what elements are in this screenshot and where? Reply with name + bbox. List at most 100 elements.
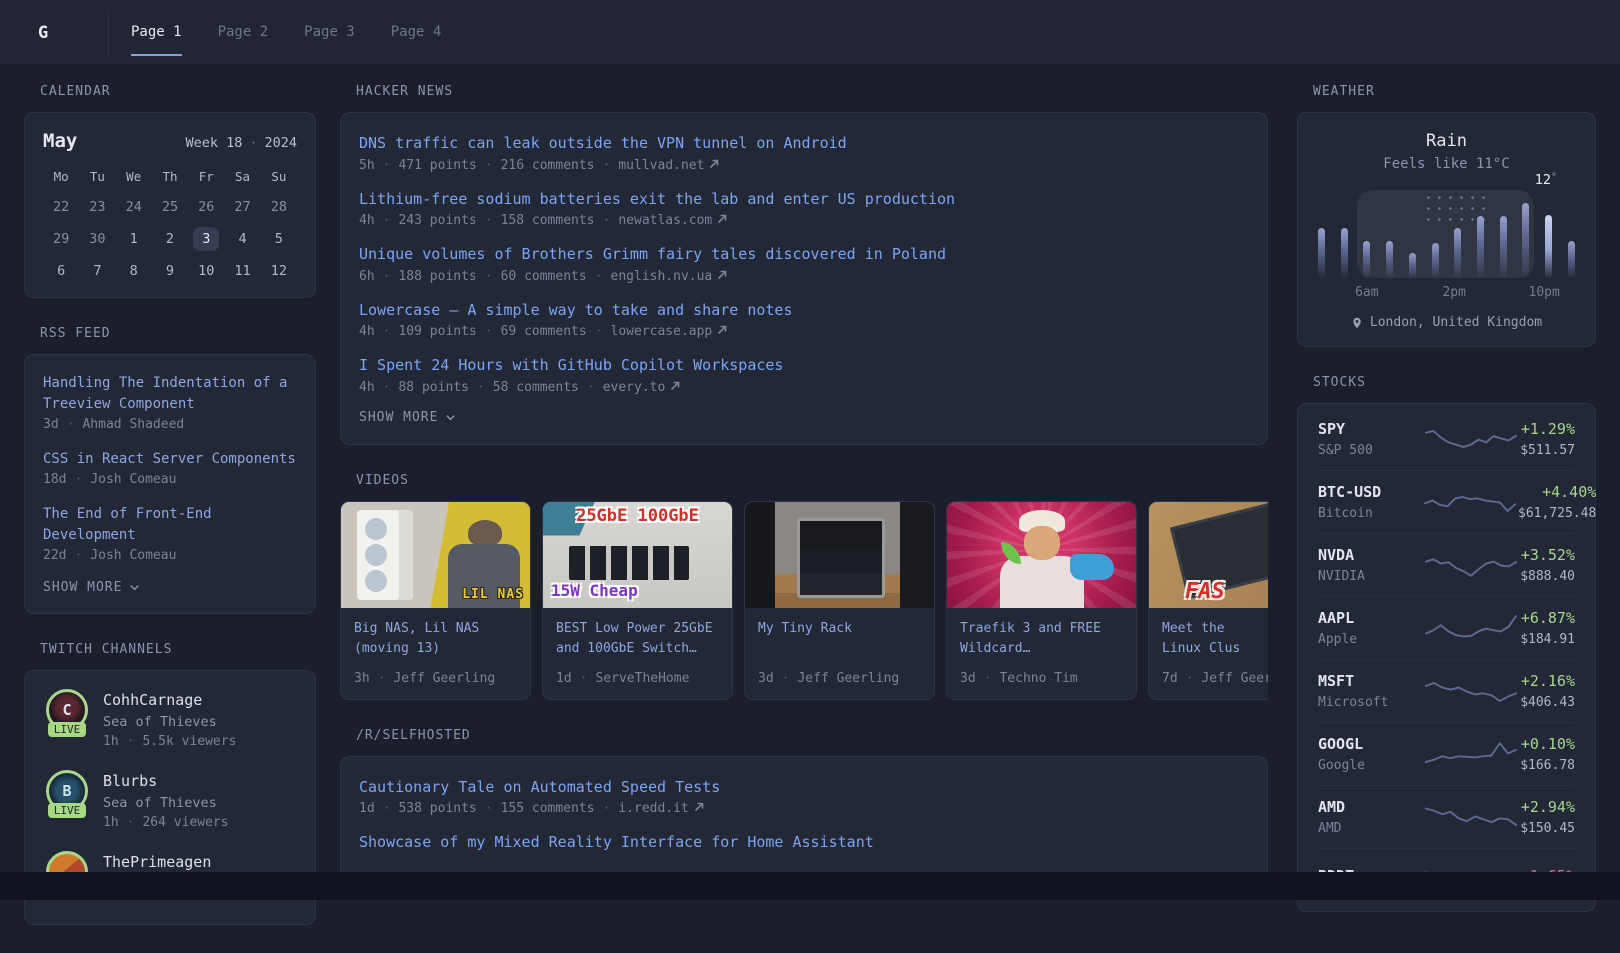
hn-item-meta: 5h471 points216 commentsmullvad.net	[359, 158, 1249, 173]
twitch-channel-name[interactable]: CohhCarnage	[103, 691, 236, 709]
tab-page-3[interactable]: Page 3	[304, 10, 355, 56]
right-column: WEATHER Rain Feels like 11°C 12° 6am 2pm…	[1297, 84, 1596, 953]
rss-widget: RSS FEED Handling The Indentation of a T…	[24, 326, 316, 614]
source-link[interactable]: lowercase.app	[587, 324, 728, 339]
hn-item: Lowercase – A simple way to take and sha…	[359, 299, 1249, 340]
stock-name: NVIDIA	[1318, 569, 1422, 584]
video-card[interactable]: LIL NAS Big NAS, Lil NAS (moving 13) 3hJ…	[340, 501, 531, 700]
stock-name: Apple	[1318, 632, 1422, 647]
hn-item-title[interactable]: DNS traffic can leak outside the VPN tun…	[359, 132, 1249, 155]
hackernews-show-more-button[interactable]: SHOW MORE	[359, 410, 456, 425]
source-link[interactable]: every.to	[579, 380, 680, 395]
video-title[interactable]: My Tiny Rack	[758, 619, 921, 661]
source-link[interactable]: mullvad.net	[595, 158, 720, 173]
video-thumbnail: 25GbE 100GbE 15W Cheap	[543, 502, 732, 608]
stock-row[interactable]: MSFTMicrosoft +2.16%$406.43	[1318, 659, 1575, 722]
hn-item-title[interactable]: Unique volumes of Brothers Grimm fairy t…	[359, 243, 1249, 266]
reddit-item-title[interactable]: Cautionary Tale on Automated Speed Tests	[359, 776, 1249, 799]
tab-page-2[interactable]: Page 2	[218, 10, 269, 56]
weather-hourly-chart: 12°	[1318, 198, 1575, 278]
reddit-item-title[interactable]: Showcase of my Mixed Reality Interface f…	[359, 831, 1249, 854]
calendar-day: 11	[234, 263, 250, 279]
video-title[interactable]: BEST Low Power 25GbE and 100GbE Switch…	[556, 619, 719, 661]
comments-link[interactable]: 158 comments	[477, 213, 595, 228]
twitch-channel-name[interactable]: Blurbs	[103, 772, 229, 790]
temperature-bar	[1341, 228, 1348, 278]
video-title[interactable]: Big NAS, Lil NAS (moving 13)	[354, 619, 517, 661]
external-link-icon	[694, 802, 704, 812]
left-column: CALENDAR May Week 182024 MoTuWeThFrSaSu …	[24, 84, 316, 953]
comments-link[interactable]: 58 comments	[469, 380, 579, 395]
stock-name: S&P 500	[1318, 443, 1422, 458]
thumbnail-text: 15W Cheap	[551, 581, 638, 600]
stock-change: +2.94%	[1520, 798, 1575, 816]
stock-ticker: GOOGL	[1318, 735, 1422, 753]
rss-item-title[interactable]: The End of Front-End Development	[43, 504, 297, 546]
stock-ticker: AMD	[1318, 798, 1422, 816]
calendar-day: 4	[238, 231, 246, 247]
source-link[interactable]: english.nv.ua	[587, 269, 728, 284]
rss-card: Handling The Indentation of a Treeview C…	[24, 354, 316, 614]
calendar-day: 24	[126, 199, 142, 215]
reddit-item: Showcase of my Mixed Reality Interface f…	[359, 831, 1249, 854]
stock-price: $511.57	[1520, 443, 1575, 458]
calendar-day: 23	[89, 199, 105, 215]
comments-link[interactable]: 69 comments	[477, 324, 587, 339]
calendar-day: 28	[271, 199, 287, 215]
video-meta: 7dJeff Geerling	[1162, 671, 1268, 686]
rss-show-more-button[interactable]: SHOW MORE	[43, 580, 140, 595]
weather-widget: WEATHER Rain Feels like 11°C 12° 6am 2pm…	[1297, 84, 1596, 347]
video-title[interactable]: Traefik 3 and FREE Wildcard…	[960, 619, 1123, 661]
rss-item-title[interactable]: Handling The Indentation of a Treeview C…	[43, 373, 297, 415]
comments-link[interactable]: 216 comments	[477, 158, 595, 173]
stock-row[interactable]: GOOGLGoogle +0.10%$166.78	[1318, 722, 1575, 785]
rss-item[interactable]: Handling The Indentation of a Treeview C…	[43, 373, 297, 432]
calendar-day: 26	[198, 199, 214, 215]
stock-row[interactable]: SPYS&P 500 +1.29%$511.57	[1318, 408, 1575, 470]
temperature-bar	[1522, 203, 1529, 278]
calendar-day: 6	[57, 263, 65, 279]
video-title[interactable]: Meet the Linux Clus	[1162, 619, 1268, 661]
hn-item-meta: 4h109 points69 commentslowercase.app	[359, 324, 1249, 339]
calendar-month: May	[43, 130, 77, 152]
stock-change: +4.40%	[1518, 483, 1596, 501]
twitch-channel-row[interactable]: C LIVE CohhCarnage Sea of Thieves 1h5.5k…	[43, 689, 297, 749]
stock-price: $406.43	[1520, 695, 1575, 710]
comments-link[interactable]: 60 comments	[477, 269, 587, 284]
hn-item-title[interactable]: I Spent 24 Hours with GitHub Copilot Wor…	[359, 354, 1249, 377]
twitch-channel-row[interactable]: B LIVE Blurbs Sea of Thieves 1h264 viewe…	[43, 770, 297, 830]
stock-row[interactable]: AAPLApple +6.87%$184.91	[1318, 596, 1575, 659]
stock-row[interactable]: NVDANVIDIA +3.52%$888.40	[1318, 533, 1575, 596]
hn-item-title[interactable]: Lithium-free sodium batteries exit the l…	[359, 188, 1249, 211]
stock-row[interactable]: AMDAMD +2.94%$150.45	[1318, 785, 1575, 848]
app-logo[interactable]: G	[24, 10, 109, 56]
stock-change: +0.10%	[1520, 735, 1575, 753]
videos-header: VIDEOS	[340, 473, 1268, 488]
calendar-day: 29	[53, 231, 69, 247]
dot-separator	[242, 135, 264, 151]
video-card[interactable]: Traefik 3 and FREE Wildcard… 3dTechno Ti…	[946, 501, 1137, 700]
stock-row[interactable]: BTC-USDBitcoin +4.40%$61,725.48	[1318, 470, 1575, 533]
stock-change: +1.29%	[1520, 420, 1575, 438]
source-link[interactable]: newatlas.com	[595, 213, 728, 228]
calendar-widget: CALENDAR May Week 182024 MoTuWeThFrSaSu …	[24, 84, 316, 298]
video-card[interactable]: FAS Meet the Linux Clus 7dJeff Geerling	[1148, 501, 1268, 700]
rss-item[interactable]: The End of Front-End Development 22dJosh…	[43, 504, 297, 563]
rss-item[interactable]: CSS in React Server Components 18dJosh C…	[43, 449, 297, 487]
thumbnail-text: FAS	[1185, 579, 1225, 604]
hn-item-title[interactable]: Lowercase – A simple way to take and sha…	[359, 299, 1249, 322]
comments-link[interactable]: 155 comments	[477, 801, 595, 816]
tab-page-4[interactable]: Page 4	[391, 10, 442, 56]
video-card[interactable]: My Tiny Rack 3dJeff Geerling	[744, 501, 935, 700]
stock-sparkline	[1422, 800, 1520, 834]
twitch-channel-name[interactable]: ThePrimeagen	[103, 853, 211, 871]
source-link[interactable]: i.redd.it	[595, 801, 704, 816]
tab-page-1[interactable]: Page 1	[131, 10, 182, 56]
video-card[interactable]: 25GbE 100GbE 15W Cheap BEST Low Power 25…	[542, 501, 733, 700]
rss-item-title[interactable]: CSS in React Server Components	[43, 449, 297, 470]
reddit-item: Cautionary Tale on Automated Speed Tests…	[359, 776, 1249, 817]
calendar-day-selected: 3	[193, 227, 219, 251]
stock-sparkline	[1422, 422, 1520, 456]
stock-name: Microsoft	[1318, 695, 1422, 710]
calendar-day: 10	[198, 263, 214, 279]
